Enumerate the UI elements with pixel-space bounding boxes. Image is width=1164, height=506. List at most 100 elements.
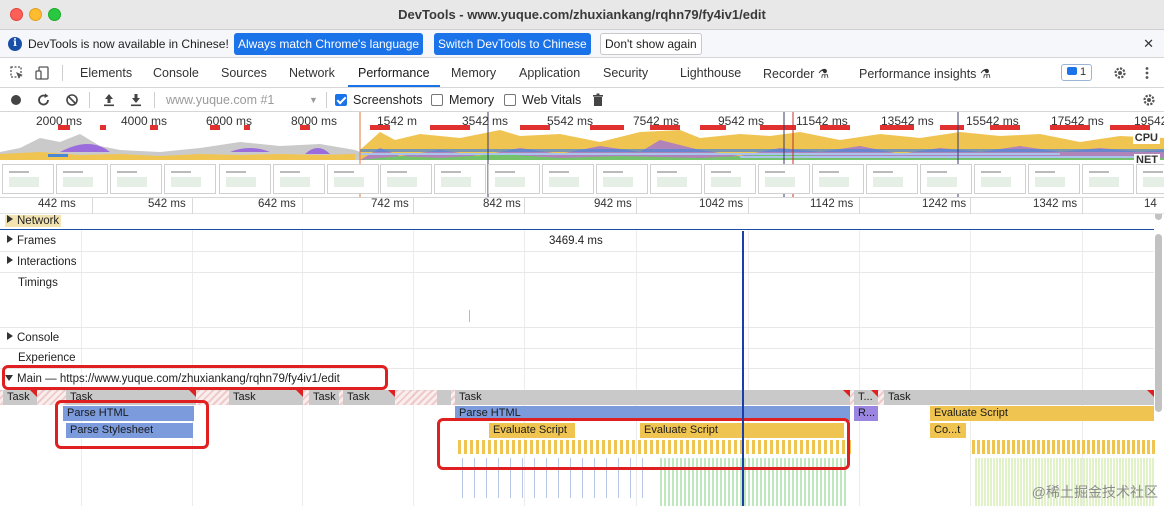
task-bar[interactable]: T... [854,390,878,405]
screenshot-thumbnail[interactable] [1028,164,1080,194]
collect-garbage-icon[interactable] [591,93,605,107]
ruler-tick: 842 ms [483,198,521,210]
long-task-marker [100,125,106,130]
script-slice [1052,440,1055,454]
task-bar[interactable]: Task [343,390,395,405]
screenshot-thumbnail[interactable] [974,164,1026,194]
task-bar[interactable]: Task [229,390,303,405]
timing-marker[interactable] [469,310,470,322]
screenshot-thumbnail[interactable] [56,164,108,194]
tab-sources[interactable]: Sources [221,66,267,80]
screenshot-thumbnail[interactable] [704,164,756,194]
screenshot-thumbnail[interactable] [164,164,216,194]
frames-track[interactable]: Frames 3469.4 ms [0,231,1154,252]
inspect-element-icon[interactable] [10,66,24,80]
capture-settings-icon[interactable] [1142,93,1156,107]
expand-arrow-icon[interactable] [7,332,13,340]
tab-application[interactable]: Application [519,66,580,80]
screenshot-thumbnail[interactable] [758,164,810,194]
screenshot-thumbnail[interactable] [596,164,648,194]
script-slice [978,458,980,506]
reload-record-icon[interactable] [37,93,51,107]
interactions-track-label[interactable]: Interactions [7,256,76,268]
time-cursor[interactable] [742,231,744,506]
more-options-icon[interactable] [1140,66,1154,80]
screenshot-thumbnail[interactable] [1136,164,1164,194]
compile-script-bar[interactable]: Co...t [930,423,966,438]
network-track-label[interactable]: Network [5,215,62,227]
script-slice [1062,440,1065,454]
screenshot-thumbnail[interactable] [110,164,162,194]
task-bar[interactable]: Task [884,390,1154,405]
script-slice [977,440,980,454]
tab-lighthouse[interactable]: Lighthouse [680,66,741,80]
memory-checkbox[interactable] [431,94,443,106]
screenshot-thumbnail[interactable] [380,164,432,194]
timeline-tracks[interactable]: Network Frames 3469.4 ms Interactions Ti… [0,214,1164,506]
screenshot-thumbnail[interactable] [434,164,486,194]
upload-profile-icon[interactable] [102,93,116,107]
clear-icon[interactable] [65,93,79,107]
ruler-gridline [524,198,525,214]
evaluate-script-bar[interactable]: Evaluate Script [930,406,1154,421]
recalculate-style-bar[interactable]: R... [854,406,878,421]
screenshot-thumbnail[interactable] [1082,164,1134,194]
performance-controls: www.yuque.com #1 ▼ Screenshots Memory We… [0,88,1164,112]
issues-badge[interactable]: 1 [1061,64,1093,81]
screenshot-thumbnail[interactable] [327,164,379,194]
window-titlebar: DevTools - www.yuque.com/zhuxiankang/rqh… [0,0,1164,30]
script-slice [1087,440,1090,454]
task-bar[interactable] [437,390,451,405]
chevron-down-icon[interactable]: ▼ [309,95,318,105]
dont-show-again-button[interactable]: Don't show again [600,33,702,55]
console-track[interactable]: Console [0,328,1154,349]
tab-security[interactable]: Security [603,66,648,80]
screenshot-thumbnail[interactable] [2,164,54,194]
overview-tick: 3542 ms [462,114,509,128]
tab-performance[interactable]: Performance [358,66,430,80]
expand-arrow-icon[interactable] [7,256,13,264]
active-tab-indicator [348,85,440,87]
screenshot-thumbnail[interactable] [812,164,864,194]
network-track[interactable]: Network [0,214,1154,230]
web-vitals-checkbox[interactable] [504,94,516,106]
screenshot-thumbnail[interactable] [273,164,325,194]
tab-memory[interactable]: Memory [451,66,496,80]
tab-performance-insights[interactable]: Performance insights ⚗ [859,66,991,81]
console-track-label[interactable]: Console [7,332,59,344]
screenshot-thumbnail[interactable] [920,164,972,194]
expand-arrow-icon[interactable] [7,235,13,243]
controls-separator [326,92,327,108]
timeline-overview[interactable]: 2000 ms 4000 ms 6000 ms 8000 ms 1542 m 3… [0,112,1164,198]
tab-console[interactable]: Console [153,66,199,80]
interactions-track[interactable]: Interactions [0,252,1154,273]
record-icon[interactable] [10,93,24,107]
screenshot-thumbnail[interactable] [488,164,540,194]
timings-track[interactable]: Timings [0,273,1154,328]
screenshot-thumbnail[interactable] [542,164,594,194]
screenshot-thumbnail[interactable] [219,164,271,194]
ruler-tick: 442 ms [38,198,76,210]
settings-gear-icon[interactable] [1113,66,1127,80]
screenshot-thumbnail[interactable] [650,164,702,194]
task-bar[interactable]: Task [309,390,339,405]
frames-track-label[interactable]: Frames [7,235,56,247]
expand-arrow-icon[interactable] [7,215,13,223]
tab-recorder[interactable]: Recorder ⚗ [763,66,829,81]
screenshots-checkbox[interactable] [335,94,347,106]
vertical-scrollbar-thumb[interactable] [1155,214,1162,220]
screenshot-thumbnail[interactable] [866,164,918,194]
task-bar[interactable]: Task [3,390,37,405]
screenshot-filmstrip[interactable] [0,162,1164,196]
close-infobar-icon[interactable]: ✕ [1143,36,1154,52]
download-profile-icon[interactable] [129,93,143,107]
always-match-language-button[interactable]: Always match Chrome's language [234,33,424,55]
task-bar[interactable]: Task [455,390,850,405]
tab-network[interactable]: Network [289,66,335,80]
tab-elements[interactable]: Elements [80,66,132,80]
vertical-scrollbar-thumb[interactable] [1155,234,1162,412]
recording-selector[interactable]: www.yuque.com #1 [166,93,274,107]
switch-to-chinese-button[interactable]: Switch DevTools to Chinese [434,33,591,55]
device-toolbar-icon[interactable] [35,66,49,80]
script-slice [1027,440,1030,454]
